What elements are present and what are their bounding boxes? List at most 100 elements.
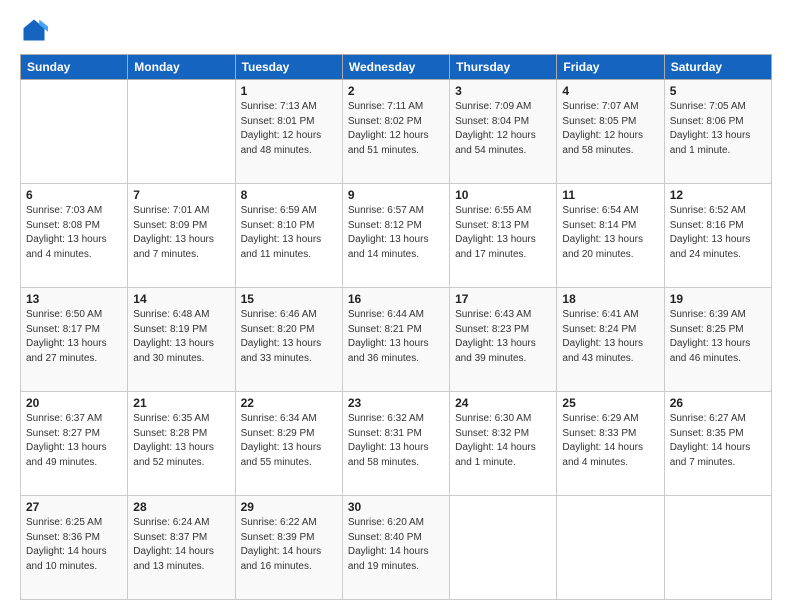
calendar-cell: 27 Sunrise: 6:25 AMSunset: 8:36 PMDayligh… — [21, 496, 128, 600]
calendar-cell: 30 Sunrise: 6:20 AMSunset: 8:40 PMDayligh… — [342, 496, 449, 600]
calendar-cell: 23 Sunrise: 6:32 AMSunset: 8:31 PMDayligh… — [342, 392, 449, 496]
day-detail: Sunrise: 7:09 AMSunset: 8:04 PMDaylight:… — [455, 100, 551, 158]
day-number: 24 — [455, 396, 551, 410]
calendar-cell: 14Sunrise: 6:48 AMSunset: 8:19 PMDayligh… — [128, 288, 235, 392]
day-detail: Sunrise: 7:07 AMSunset: 8:05 PMDaylight:… — [562, 100, 658, 158]
day-detail: Sunrise: 6:32 AMSunset: 8:31 PMDaylight:… — [348, 412, 444, 470]
day-detail: Sunrise: 6:43 AMSunset: 8:23 PMDaylight:… — [455, 308, 551, 366]
day-detail: Sunrise: 6:59 AMSunset: 8:10 PMDaylight:… — [241, 204, 337, 262]
calendar-cell: 7Sunrise: 7:01 AMSunset: 8:09 PMDaylight… — [128, 184, 235, 288]
calendar-cell: 19 Sunrise: 6:39 AMSunset: 8:25 PMDayligh… — [664, 288, 771, 392]
day-detail: Sunrise: 6:27 AMSunset: 8:35 PMDaylight:… — [670, 412, 766, 470]
day-detail: Sunrise: 6:41 AMSunset: 8:24 PMDaylight:… — [562, 308, 658, 366]
day-detail: Sunrise: 6:37 AMSunset: 8:27 PMDaylight:… — [26, 412, 122, 470]
day-number: 11 — [562, 188, 658, 202]
day-number: 4 — [562, 84, 658, 98]
calendar-cell: 20 Sunrise: 6:37 AMSunset: 8:27 PMDayligh… — [21, 392, 128, 496]
day-detail: Sunrise: 6:44 AMSunset: 8:21 PMDaylight:… — [348, 308, 444, 366]
day-detail: Sunrise: 6:57 AMSunset: 8:12 PMDaylight:… — [348, 204, 444, 262]
day-detail: Sunrise: 6:39 AMSunset: 8:25 PMDaylight:… — [670, 308, 766, 366]
calendar-cell: 25Sunrise: 6:29 AMSunset: 8:33 PMDayligh… — [557, 392, 664, 496]
calendar-cell: 24 Sunrise: 6:30 AMSunset: 8:32 PMDayligh… — [450, 392, 557, 496]
day-number: 27 — [26, 500, 122, 514]
calendar-week-row: 1Sunrise: 7:13 AMSunset: 8:01 PMDaylight… — [21, 80, 772, 184]
calendar-cell — [664, 496, 771, 600]
calendar-cell: 26 Sunrise: 6:27 AMSunset: 8:35 PMDayligh… — [664, 392, 771, 496]
day-detail: Sunrise: 6:35 AMSunset: 8:28 PMDaylight:… — [133, 412, 229, 470]
calendar-cell: 1Sunrise: 7:13 AMSunset: 8:01 PMDaylight… — [235, 80, 342, 184]
calendar-cell — [21, 80, 128, 184]
calendar-header-saturday: Saturday — [664, 55, 771, 80]
day-number: 13 — [26, 292, 122, 306]
calendar-cell: 5 Sunrise: 7:05 AMSunset: 8:06 PMDaylight… — [664, 80, 771, 184]
day-number: 28 — [133, 500, 229, 514]
calendar-cell: 22 Sunrise: 6:34 AMSunset: 8:29 PMDayligh… — [235, 392, 342, 496]
day-detail: Sunrise: 6:52 AMSunset: 8:16 PMDaylight:… — [670, 204, 766, 262]
calendar-cell: 6Sunrise: 7:03 AMSunset: 8:08 PMDaylight… — [21, 184, 128, 288]
calendar-cell: 16 Sunrise: 6:44 AMSunset: 8:21 PMDayligh… — [342, 288, 449, 392]
day-number: 7 — [133, 188, 229, 202]
calendar-week-row: 27 Sunrise: 6:25 AMSunset: 8:36 PMDayligh… — [21, 496, 772, 600]
day-number: 10 — [455, 188, 551, 202]
day-number: 9 — [348, 188, 444, 202]
calendar-header-monday: Monday — [128, 55, 235, 80]
day-number: 2 — [348, 84, 444, 98]
calendar-header-friday: Friday — [557, 55, 664, 80]
day-number: 19 — [670, 292, 766, 306]
calendar-cell: 4 Sunrise: 7:07 AMSunset: 8:05 PMDaylight… — [557, 80, 664, 184]
logo — [20, 16, 52, 44]
calendar-cell: 21 Sunrise: 6:35 AMSunset: 8:28 PMDayligh… — [128, 392, 235, 496]
day-detail: Sunrise: 6:24 AMSunset: 8:37 PMDaylight:… — [133, 516, 229, 574]
day-detail: Sunrise: 7:13 AMSunset: 8:01 PMDaylight:… — [241, 100, 337, 158]
calendar-week-row: 20 Sunrise: 6:37 AMSunset: 8:27 PMDayligh… — [21, 392, 772, 496]
day-number: 30 — [348, 500, 444, 514]
calendar-cell: 9 Sunrise: 6:57 AMSunset: 8:12 PMDaylight… — [342, 184, 449, 288]
day-number: 26 — [670, 396, 766, 410]
calendar-week-row: 13 Sunrise: 6:50 AMSunset: 8:17 PMDayligh… — [21, 288, 772, 392]
day-detail: Sunrise: 6:34 AMSunset: 8:29 PMDaylight:… — [241, 412, 337, 470]
day-detail: Sunrise: 7:11 AMSunset: 8:02 PMDaylight:… — [348, 100, 444, 158]
day-number: 20 — [26, 396, 122, 410]
calendar-header-sunday: Sunday — [21, 55, 128, 80]
calendar-cell: 12 Sunrise: 6:52 AMSunset: 8:16 PMDayligh… — [664, 184, 771, 288]
day-detail: Sunrise: 7:05 AMSunset: 8:06 PMDaylight:… — [670, 100, 766, 158]
day-detail: Sunrise: 6:46 AMSunset: 8:20 PMDaylight:… — [241, 308, 337, 366]
calendar-header-wednesday: Wednesday — [342, 55, 449, 80]
calendar-header-row: SundayMondayTuesdayWednesdayThursdayFrid… — [21, 55, 772, 80]
calendar-cell: 29 Sunrise: 6:22 AMSunset: 8:39 PMDayligh… — [235, 496, 342, 600]
calendar-week-row: 6Sunrise: 7:03 AMSunset: 8:08 PMDaylight… — [21, 184, 772, 288]
day-number: 12 — [670, 188, 766, 202]
calendar-cell — [450, 496, 557, 600]
day-number: 22 — [241, 396, 337, 410]
calendar-cell: 10 Sunrise: 6:55 AMSunset: 8:13 PMDayligh… — [450, 184, 557, 288]
calendar-cell: 15 Sunrise: 6:46 AMSunset: 8:20 PMDayligh… — [235, 288, 342, 392]
day-detail: Sunrise: 7:03 AMSunset: 8:08 PMDaylight:… — [26, 204, 122, 262]
day-number: 3 — [455, 84, 551, 98]
header — [20, 16, 772, 44]
day-number: 5 — [670, 84, 766, 98]
day-detail: Sunrise: 6:50 AMSunset: 8:17 PMDaylight:… — [26, 308, 122, 366]
day-number: 16 — [348, 292, 444, 306]
day-number: 23 — [348, 396, 444, 410]
day-number: 17 — [455, 292, 551, 306]
day-number: 14 — [133, 292, 229, 306]
day-detail: Sunrise: 6:55 AMSunset: 8:13 PMDaylight:… — [455, 204, 551, 262]
day-number: 21 — [133, 396, 229, 410]
day-detail: Sunrise: 6:29 AMSunset: 8:33 PMDaylight:… — [562, 412, 658, 470]
day-number: 15 — [241, 292, 337, 306]
calendar-table: SundayMondayTuesdayWednesdayThursdayFrid… — [20, 54, 772, 600]
calendar-cell — [128, 80, 235, 184]
calendar-cell: 3 Sunrise: 7:09 AMSunset: 8:04 PMDaylight… — [450, 80, 557, 184]
page: SundayMondayTuesdayWednesdayThursdayFrid… — [0, 0, 792, 612]
day-detail: Sunrise: 6:25 AMSunset: 8:36 PMDaylight:… — [26, 516, 122, 574]
calendar-cell: 2 Sunrise: 7:11 AMSunset: 8:02 PMDaylight… — [342, 80, 449, 184]
day-number: 29 — [241, 500, 337, 514]
logo-icon — [20, 16, 48, 44]
calendar-cell: 18Sunrise: 6:41 AMSunset: 8:24 PMDayligh… — [557, 288, 664, 392]
calendar-cell: 17 Sunrise: 6:43 AMSunset: 8:23 PMDayligh… — [450, 288, 557, 392]
calendar-cell: 11Sunrise: 6:54 AMSunset: 8:14 PMDayligh… — [557, 184, 664, 288]
calendar-cell — [557, 496, 664, 600]
day-detail: Sunrise: 6:22 AMSunset: 8:39 PMDaylight:… — [241, 516, 337, 574]
day-detail: Sunrise: 6:20 AMSunset: 8:40 PMDaylight:… — [348, 516, 444, 574]
day-detail: Sunrise: 6:30 AMSunset: 8:32 PMDaylight:… — [455, 412, 551, 470]
